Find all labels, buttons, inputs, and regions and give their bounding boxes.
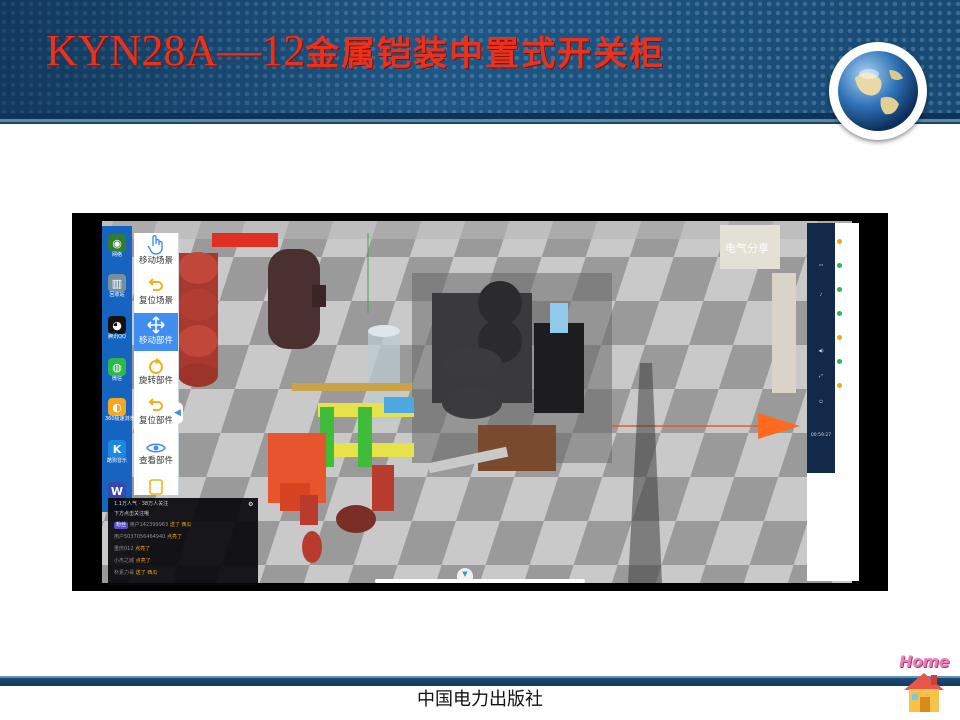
desktop-icon-label: 酷狗音乐 bbox=[106, 458, 127, 464]
desktop-icon-label: 360极速浏览器 bbox=[105, 416, 140, 422]
chat-user: 小杰之城 bbox=[114, 558, 135, 564]
follower-count: 38万人关注 bbox=[141, 501, 169, 507]
tool-label: 旋转部件 bbox=[138, 376, 173, 386]
desktop-icon-label: 网络 bbox=[111, 252, 122, 258]
desktop-kugou-icon[interactable]: K 酷狗音乐 bbox=[105, 440, 129, 464]
desktop-wechat-icon[interactable]: ◍ 微信 bbox=[105, 358, 129, 382]
clipboard-icon bbox=[134, 473, 178, 495]
screen-icon[interactable]: ▭ bbox=[809, 263, 833, 268]
chat-notice: 下方点击关注哦 bbox=[114, 511, 150, 517]
chat-row: 重庆012 点亮了 bbox=[114, 546, 150, 553]
tool-label: 移动场景 bbox=[138, 256, 173, 266]
qq-icon: ◕ bbox=[108, 316, 126, 334]
banner-divider-dark bbox=[0, 122, 960, 124]
desktop-icon-label: 微信 bbox=[111, 376, 122, 382]
chat-action: 送了 西瓜 bbox=[135, 570, 158, 576]
session-timer: 00:59:27 bbox=[810, 433, 832, 438]
kugou-music-icon: K bbox=[108, 440, 126, 458]
chat-user: 朴素力哥 bbox=[114, 570, 135, 576]
eye-icon bbox=[134, 433, 178, 455]
recycle-bin-icon: ▥ bbox=[108, 274, 126, 292]
desktop-browser-icon[interactable]: ◐ 360极速浏览器 bbox=[105, 398, 140, 422]
house-icon bbox=[904, 673, 944, 712]
tool-reset-scene[interactable]: 复位场景 bbox=[134, 273, 178, 311]
chat-row: 粉丝 用户142399963 送了 西瓜 bbox=[114, 522, 191, 529]
rotate-icon bbox=[134, 353, 178, 375]
desktop-qq-icon[interactable]: ◕ 腾讯QQ bbox=[105, 316, 129, 340]
network-icon: ◉ bbox=[108, 234, 126, 252]
desktop-network-icon[interactable]: ◉ 网络 bbox=[105, 234, 129, 258]
slide-title: KYN28A—12金属铠装中置式开关柜 bbox=[46, 26, 665, 76]
desktop-icon-label: 腾讯QQ bbox=[108, 334, 126, 340]
microphone-icon[interactable]: ♪ bbox=[809, 293, 833, 298]
avatar bbox=[837, 383, 842, 388]
tool-label: 查看部件 bbox=[138, 456, 173, 466]
tool-move-part[interactable]: 移动部件 bbox=[134, 313, 178, 351]
avatar bbox=[837, 239, 842, 244]
wechat-icon: ◍ bbox=[108, 358, 126, 376]
home-button[interactable]: Home bbox=[893, 652, 955, 716]
tool-label: 移动部件 bbox=[138, 336, 173, 346]
home-label: Home bbox=[899, 652, 949, 671]
volume-icon[interactable]: ◀) bbox=[809, 349, 833, 354]
avatar bbox=[837, 335, 842, 340]
chat-action: 送了 西瓜 bbox=[169, 522, 192, 528]
simulation-screenshot: ◉ 网络 ▥ 回收站 ◕ 腾讯QQ ◍ 微信 ◐ 360极速浏览器 K 酷狗音乐… bbox=[72, 213, 888, 591]
tool-label: 复位场景 bbox=[138, 296, 173, 306]
message-item bbox=[837, 239, 859, 245]
chat-user: 用户142399963 bbox=[129, 522, 169, 528]
live-chat-overlay: 1.1万人气 · 38万人关注 ⚙ 下方点击关注哦 粉丝 用户142399963… bbox=[108, 498, 258, 585]
collapse-toolbar-chevron-icon[interactable]: ◀ bbox=[172, 402, 183, 424]
chat-row: 朴素力哥 送了 西瓜 bbox=[114, 570, 157, 577]
move-arrows-icon bbox=[134, 313, 178, 335]
message-item bbox=[837, 311, 859, 317]
live-stats: 1.1万人气 · 38万人关注 bbox=[114, 501, 169, 507]
avatar bbox=[837, 287, 842, 292]
publisher-footer: 中国电力出版社 bbox=[417, 689, 543, 710]
hand-pointer-icon bbox=[134, 233, 178, 255]
chat-action: 点亮了 bbox=[166, 534, 182, 540]
message-item bbox=[837, 383, 859, 389]
message-item bbox=[837, 335, 859, 341]
tool-rotate-part[interactable]: 旋转部件 bbox=[134, 353, 178, 391]
desktop-icon-column: ◉ 网络 ▥ 回收站 ◕ 腾讯QQ ◍ 微信 ◐ 360极速浏览器 K 酷狗音乐… bbox=[102, 226, 140, 512]
gear-icon[interactable]: ⚙ bbox=[248, 501, 253, 508]
tool-palette: 移动场景 复位场景 移动部件 旋转部件 复位部件 查看部件 bbox=[134, 233, 179, 495]
desktop-recycle-bin-icon[interactable]: ▥ 回收站 bbox=[105, 274, 129, 298]
chat-user: 重庆012 bbox=[114, 546, 134, 552]
watermark-text: 电气分享 bbox=[725, 242, 769, 255]
fan-badge: 粉丝 bbox=[114, 522, 129, 529]
chat-action: 点亮了 bbox=[135, 558, 151, 564]
tool-move-scene[interactable]: 移动场景 bbox=[134, 233, 178, 271]
chat-user: 用户5037056464940 bbox=[114, 534, 166, 540]
power-icon[interactable]: ⏻ bbox=[809, 399, 833, 405]
message-item bbox=[837, 359, 859, 365]
message-item bbox=[837, 263, 859, 269]
footer-bar bbox=[0, 678, 960, 686]
globe-logo-icon bbox=[829, 42, 927, 140]
slide-title-model: KYN28A—12 bbox=[46, 26, 306, 75]
fullscreen-icon[interactable]: ⤢ bbox=[809, 373, 833, 379]
chat-action: 点亮了 bbox=[135, 546, 151, 552]
desktop-icon-label: 回收站 bbox=[109, 292, 125, 298]
browser-icon: ◐ bbox=[108, 398, 126, 416]
popularity-count: 1.1万人气 bbox=[114, 501, 137, 507]
tool-view-part[interactable]: 查看部件 bbox=[134, 433, 178, 471]
tool-more[interactable] bbox=[134, 473, 178, 495]
avatar bbox=[837, 359, 842, 364]
slide-title-name: 金属铠装中置式开关柜 bbox=[305, 34, 666, 74]
right-control-strip: ▭ ♪ ◀) ⤢ ⏻ 00:59:27 bbox=[807, 223, 835, 473]
message-item bbox=[837, 287, 859, 293]
avatar bbox=[837, 263, 842, 268]
undo-arrow-icon bbox=[134, 273, 178, 295]
avatar bbox=[837, 311, 842, 316]
chat-row: 用户5037056464940 点亮了 bbox=[114, 534, 182, 541]
gesture-home-bar[interactable] bbox=[375, 579, 585, 583]
chat-row: 小杰之城 点亮了 bbox=[114, 558, 151, 565]
